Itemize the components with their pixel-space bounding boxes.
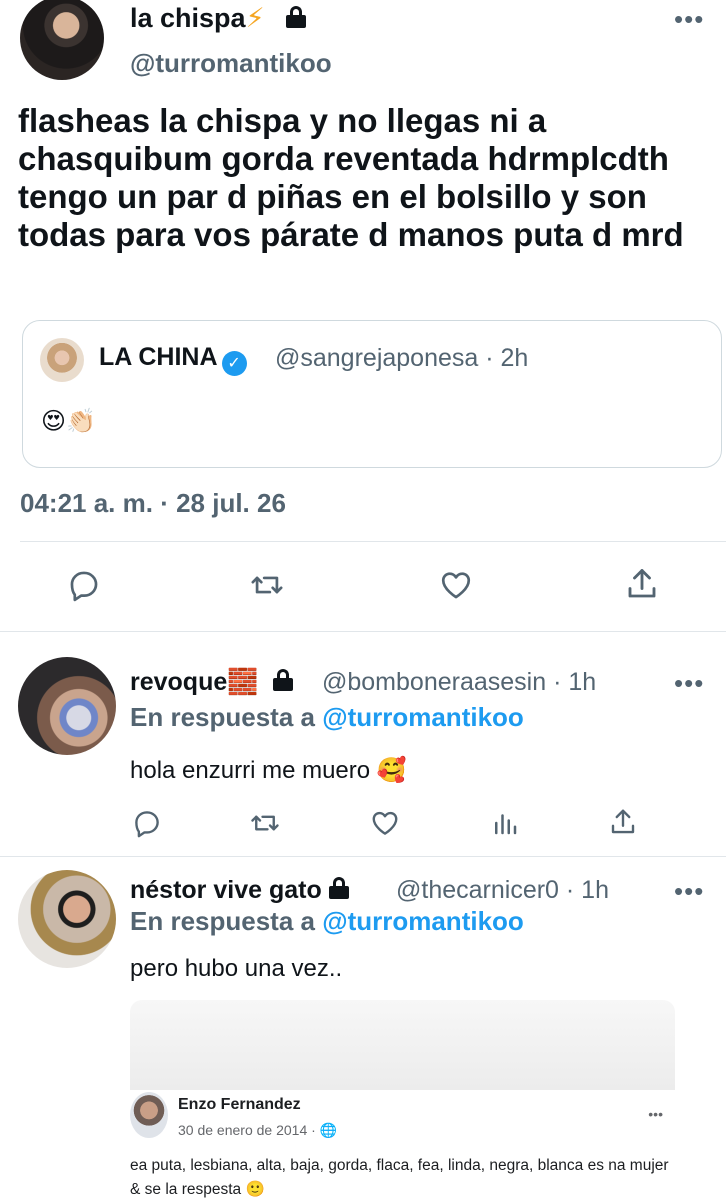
divider <box>0 856 726 857</box>
main-tweet-text: flasheas la chispa y no llegas ni a chas… <box>18 102 684 253</box>
like-icon[interactable] <box>438 568 474 602</box>
tweet-timestamp[interactable]: 04:21 a. m. · 28 jul. 26 <box>20 488 286 519</box>
more-options-icon[interactable]: ••• <box>674 4 704 35</box>
reply-icon[interactable] <box>66 568 102 602</box>
reply-text: hola enzurri me muero 🥰 <box>130 757 407 784</box>
lock-icon <box>328 877 349 899</box>
divider <box>0 631 726 632</box>
reply-mention-link[interactable]: @turromantikoo <box>322 906 524 936</box>
reply-display-name[interactable]: revoque🧱 <box>130 668 294 697</box>
quoted-tweet-card[interactable]: LA CHINA ✓ @sangrejaponesa · 2h 😍👏🏻 <box>22 320 722 468</box>
embed-post-date: 30 de enero de 2014 · 🌐 <box>178 1122 338 1138</box>
embed-more-icon: ••• <box>648 1106 663 1122</box>
quoted-tweet-handle-time: @sangrejaponesa · 2h <box>275 344 529 372</box>
reply-avatar[interactable] <box>18 657 116 755</box>
reply-avatar[interactable] <box>18 870 116 968</box>
reply-icon[interactable] <box>132 808 162 838</box>
main-tweet-display-name[interactable]: la chispa⚡ <box>130 3 307 34</box>
more-options-icon[interactable]: ••• <box>674 668 704 699</box>
reply-handle-time[interactable]: @bomboneraasesin · 1h <box>322 668 596 697</box>
reply-text: pero hubo una vez.. <box>130 955 343 982</box>
reply-context: En respuesta a @turromantikoo <box>130 702 524 732</box>
lock-icon <box>286 6 307 28</box>
verified-icon: ✓ <box>221 351 247 376</box>
lock-icon <box>273 669 294 691</box>
analytics-icon[interactable] <box>490 808 520 838</box>
quoted-tweet-display-name: LA CHINA ✓ <box>99 343 247 376</box>
divider <box>20 541 726 542</box>
reply-display-name[interactable]: néstor vive gato <box>130 876 349 905</box>
like-icon[interactable] <box>370 808 400 838</box>
reply-mention-link[interactable]: @turromantikoo <box>322 702 524 732</box>
share-icon[interactable] <box>624 566 660 602</box>
quoted-tweet-text: 😍👏🏻 <box>41 408 96 435</box>
embed-author-avatar <box>130 1092 168 1138</box>
image-blank-area <box>130 1000 675 1090</box>
reply-handle-time[interactable]: @thecarnicer0 · 1h <box>396 876 609 905</box>
share-icon[interactable] <box>608 806 638 838</box>
retweet-icon[interactable] <box>248 808 282 838</box>
embed-post-text: ea puta, lesbiana, alta, baja, gorda, fl… <box>130 1157 669 1198</box>
more-options-icon[interactable]: ••• <box>674 876 704 907</box>
embed-author-name: Enzo Fernandez <box>178 1096 301 1113</box>
reply-context: En respuesta a @turromantikoo <box>130 906 524 936</box>
attached-image[interactable]: Enzo Fernandez 30 de enero de 2014 · 🌐 •… <box>130 1000 675 1200</box>
main-tweet-handle[interactable]: @turromantikoo <box>130 48 332 79</box>
retweet-icon[interactable] <box>248 568 286 602</box>
main-tweet-avatar[interactable] <box>20 0 104 80</box>
quoted-tweet-avatar <box>40 338 84 382</box>
